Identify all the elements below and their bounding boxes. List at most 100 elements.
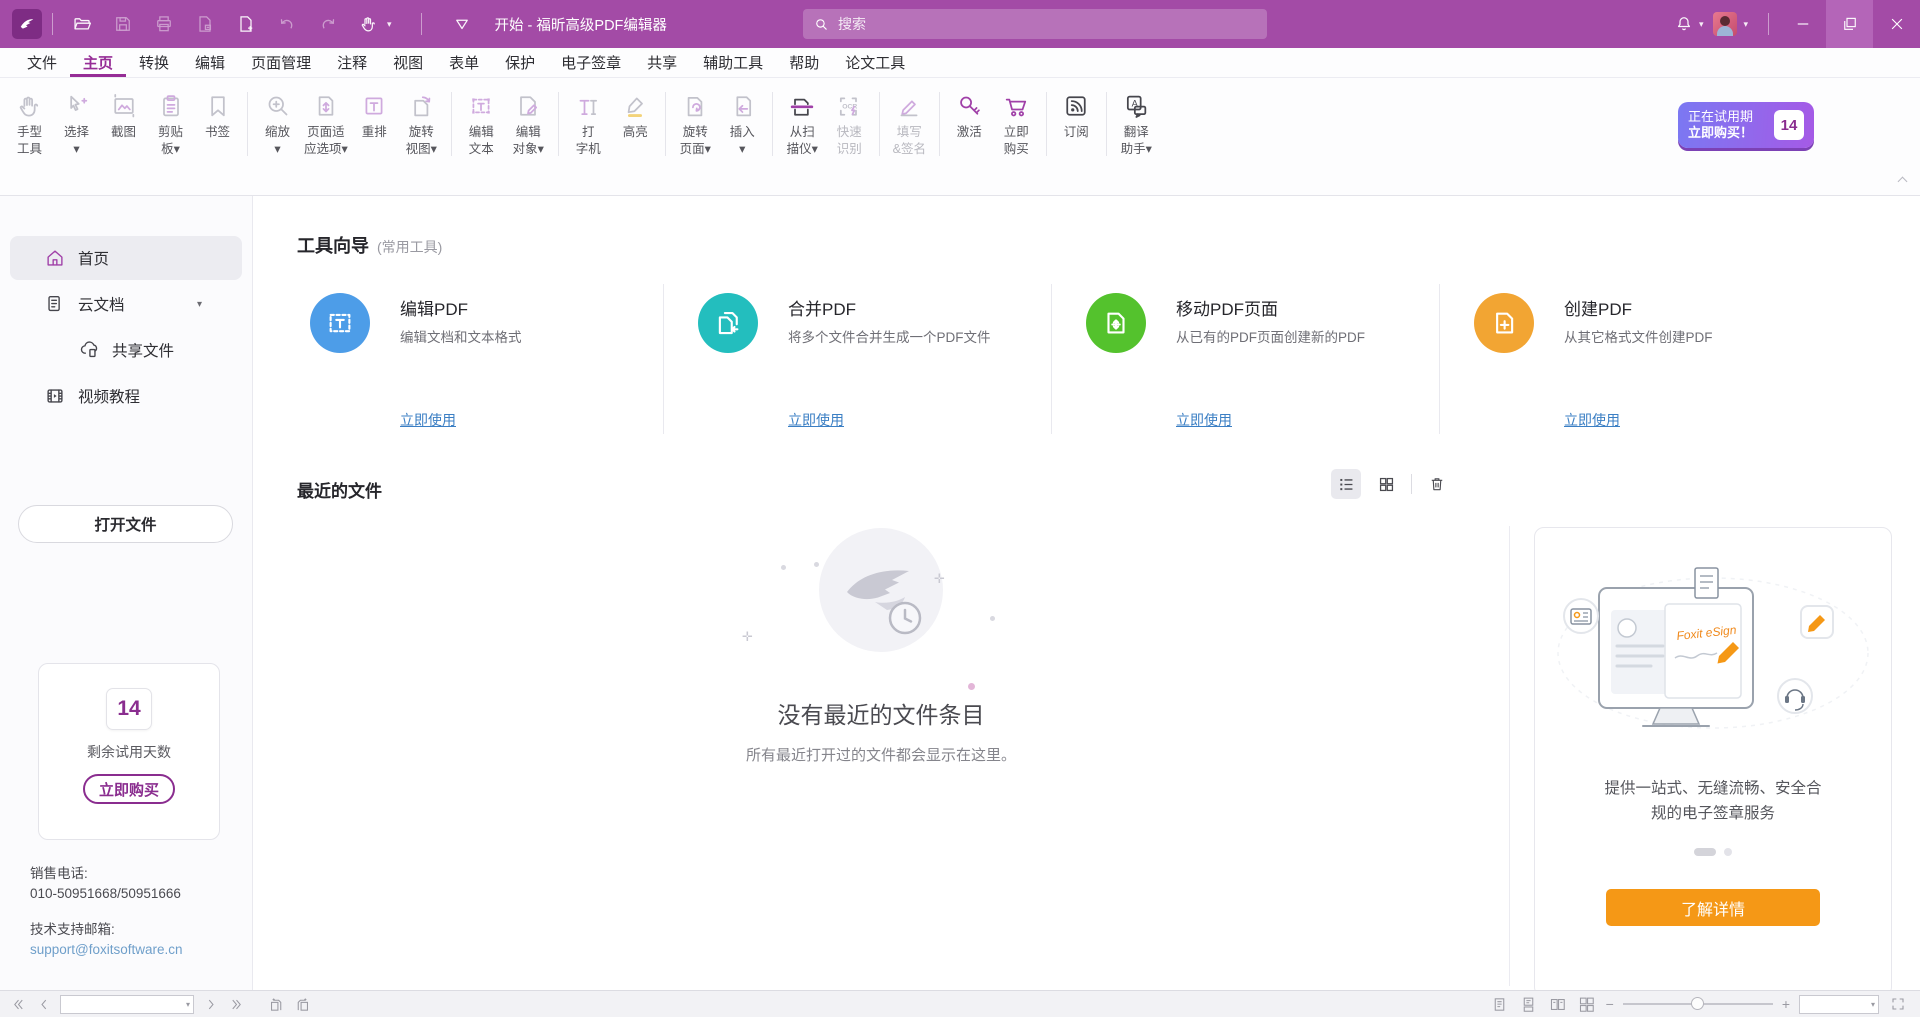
zoom-slider-knob[interactable] [1691,997,1704,1010]
zoom-slider[interactable] [1623,1003,1773,1005]
trial-badge-line2: 立即购买！ [1688,125,1774,141]
continuous-layout-icon[interactable] [1519,994,1539,1014]
next-page-button[interactable] [200,994,220,1014]
ribbon-scanner-button[interactable]: 从扫描仪▾ [779,84,826,158]
menu-item[interactable]: 论文工具 [832,48,918,77]
grid-view-button[interactable] [1371,469,1401,499]
ribbon-subscribe-button[interactable]: 订阅 [1053,84,1100,141]
ribbon-highlight-button[interactable]: 高亮 [612,84,659,141]
print-icon[interactable] [153,13,175,35]
page-number-input[interactable] [61,997,186,1011]
menu-item[interactable]: 转换 [126,48,182,77]
open-file-button[interactable]: 打开文件 [18,505,233,543]
menu-item[interactable]: 编辑 [182,48,238,77]
ribbon-rotateview-button[interactable]: 旋转视图▾ [398,84,445,158]
list-view-button[interactable] [1331,469,1361,499]
use-now-link[interactable]: 立即使用 [1564,410,1620,430]
ribbon-hand-button[interactable]: 手型工具 [6,84,53,158]
zoom-in-button[interactable]: + [1782,997,1790,1011]
sidebar-item-home[interactable]: 首页 [10,236,242,280]
ribbon-translate-button[interactable]: A翻译助手▾ [1113,84,1160,158]
menu-item[interactable]: 保护 [492,48,548,77]
titlebar-separator [52,13,53,35]
page-box-caret[interactable]: ▾ [186,1000,193,1009]
search-input[interactable] [838,16,1257,32]
menu-item[interactable]: 表单 [436,48,492,77]
ribbon-rotatepage-button[interactable]: 旋转页面▾ [672,84,719,158]
ribbon-typewriter-button[interactable]: 打字机 [565,84,612,158]
ribbon-snapshot-button[interactable]: 截图 [100,84,147,141]
expand-caret-icon[interactable]: ▾ [197,299,202,310]
tool-card-description: 从其它格式文件创建PDF [1564,326,1713,346]
ribbon-activate-button[interactable]: 激活 [946,84,993,141]
zoom-out-button[interactable]: − [1606,997,1614,1011]
hand-tool-caret[interactable]: ▾ [387,19,392,30]
single-page-layout-icon[interactable] [1490,994,1510,1014]
sidebar-item-clouddoc[interactable]: 云文档▾ [10,282,242,326]
ribbon-bookmark-button[interactable]: 书签 [194,84,241,141]
ribbon-button-label: 应选项▾ [304,141,348,158]
new-document-icon[interactable] [235,13,257,35]
ribbon-clipboard-button[interactable]: 剪贴板▾ [147,84,194,158]
ribbon-edittext-button[interactable]: 编辑文本 [458,84,505,158]
user-avatar[interactable] [1713,12,1737,36]
ribbon-select-button[interactable]: 选择▾ [53,84,100,158]
menu-item[interactable]: 主页 [70,48,126,77]
menu-item[interactable]: 视图 [380,48,436,77]
next-view-button[interactable] [292,994,312,1014]
zoom-box-caret[interactable]: ▾ [1871,1000,1878,1009]
ribbon-cart-button[interactable]: 立即购买 [993,84,1040,158]
learn-more-button[interactable]: 了解详情 [1606,889,1820,926]
ribbon-reflow-button[interactable]: 重排 [351,84,398,141]
close-button[interactable] [1873,0,1920,48]
zoom-percent-box[interactable]: ▾ [1799,995,1879,1014]
last-page-button[interactable] [226,994,246,1014]
zoom-percent-input[interactable] [1800,997,1871,1011]
notifications-bell-icon[interactable] [1673,13,1695,35]
ribbon-editobject-button[interactable]: 编辑对象▾ [505,84,552,158]
use-now-link[interactable]: 立即使用 [1176,410,1232,430]
search-bar[interactable] [803,9,1267,39]
menu-item[interactable]: 页面管理 [238,48,324,77]
filter-nabla-icon[interactable] [451,13,473,35]
menu-item[interactable]: 共享 [634,48,690,77]
menu-item[interactable]: 文件 [14,48,70,77]
hand-tool-icon[interactable] [358,13,380,35]
use-now-link[interactable]: 立即使用 [788,410,844,430]
redo-icon[interactable] [317,13,339,35]
export-pdf-icon[interactable] [194,13,216,35]
buy-now-button[interactable]: 立即购买 [83,774,175,804]
carousel-dot[interactable] [1724,848,1732,856]
collapse-ribbon-icon[interactable] [1899,178,1908,187]
save-icon[interactable] [112,13,134,35]
previous-page-button[interactable] [34,994,54,1014]
ribbon-insertpage-button[interactable]: 插入▾ [719,84,766,158]
menu-item[interactable]: 帮助 [776,48,832,77]
ribbon-zoomtool-button[interactable]: 缩放▾ [254,84,301,158]
facing-layout-icon[interactable] [1548,994,1568,1014]
page-number-box[interactable]: ▾ [60,995,194,1014]
account-caret[interactable]: ▾ [1743,19,1748,30]
fullscreen-icon[interactable] [1888,994,1908,1014]
ribbon-ocr-button[interactable]: OCR快速识别 [826,84,873,158]
menu-item[interactable]: 电子签章 [548,48,634,77]
menu-item[interactable]: 辅助工具 [690,48,776,77]
open-file-icon[interactable] [71,13,93,35]
restore-button[interactable] [1826,0,1873,48]
notifications-caret[interactable]: ▾ [1699,19,1704,30]
clear-recent-trash-icon[interactable] [1422,469,1452,499]
trial-purchase-badge[interactable]: 正在试用期 立即购买！ 14 [1678,102,1814,148]
minimize-button[interactable] [1779,0,1826,48]
menu-item[interactable]: 注释 [324,48,380,77]
ribbon-fillsign-button[interactable]: 填写&签名 [886,84,933,158]
sidebar-item-sharefile[interactable]: 共享文件 [10,328,242,372]
sidebar-item-video[interactable]: 视频教程 [10,374,242,418]
facing-continuous-layout-icon[interactable] [1577,994,1597,1014]
previous-view-button[interactable] [266,994,286,1014]
undo-icon[interactable] [276,13,298,35]
carousel-dot-active[interactable] [1694,848,1716,856]
use-now-link[interactable]: 立即使用 [400,410,456,430]
first-page-button[interactable] [8,994,28,1014]
ribbon-fitpage-button[interactable]: 页面适应选项▾ [301,84,351,158]
support-email-link[interactable]: support@foxitsoftware.cn [30,940,183,960]
